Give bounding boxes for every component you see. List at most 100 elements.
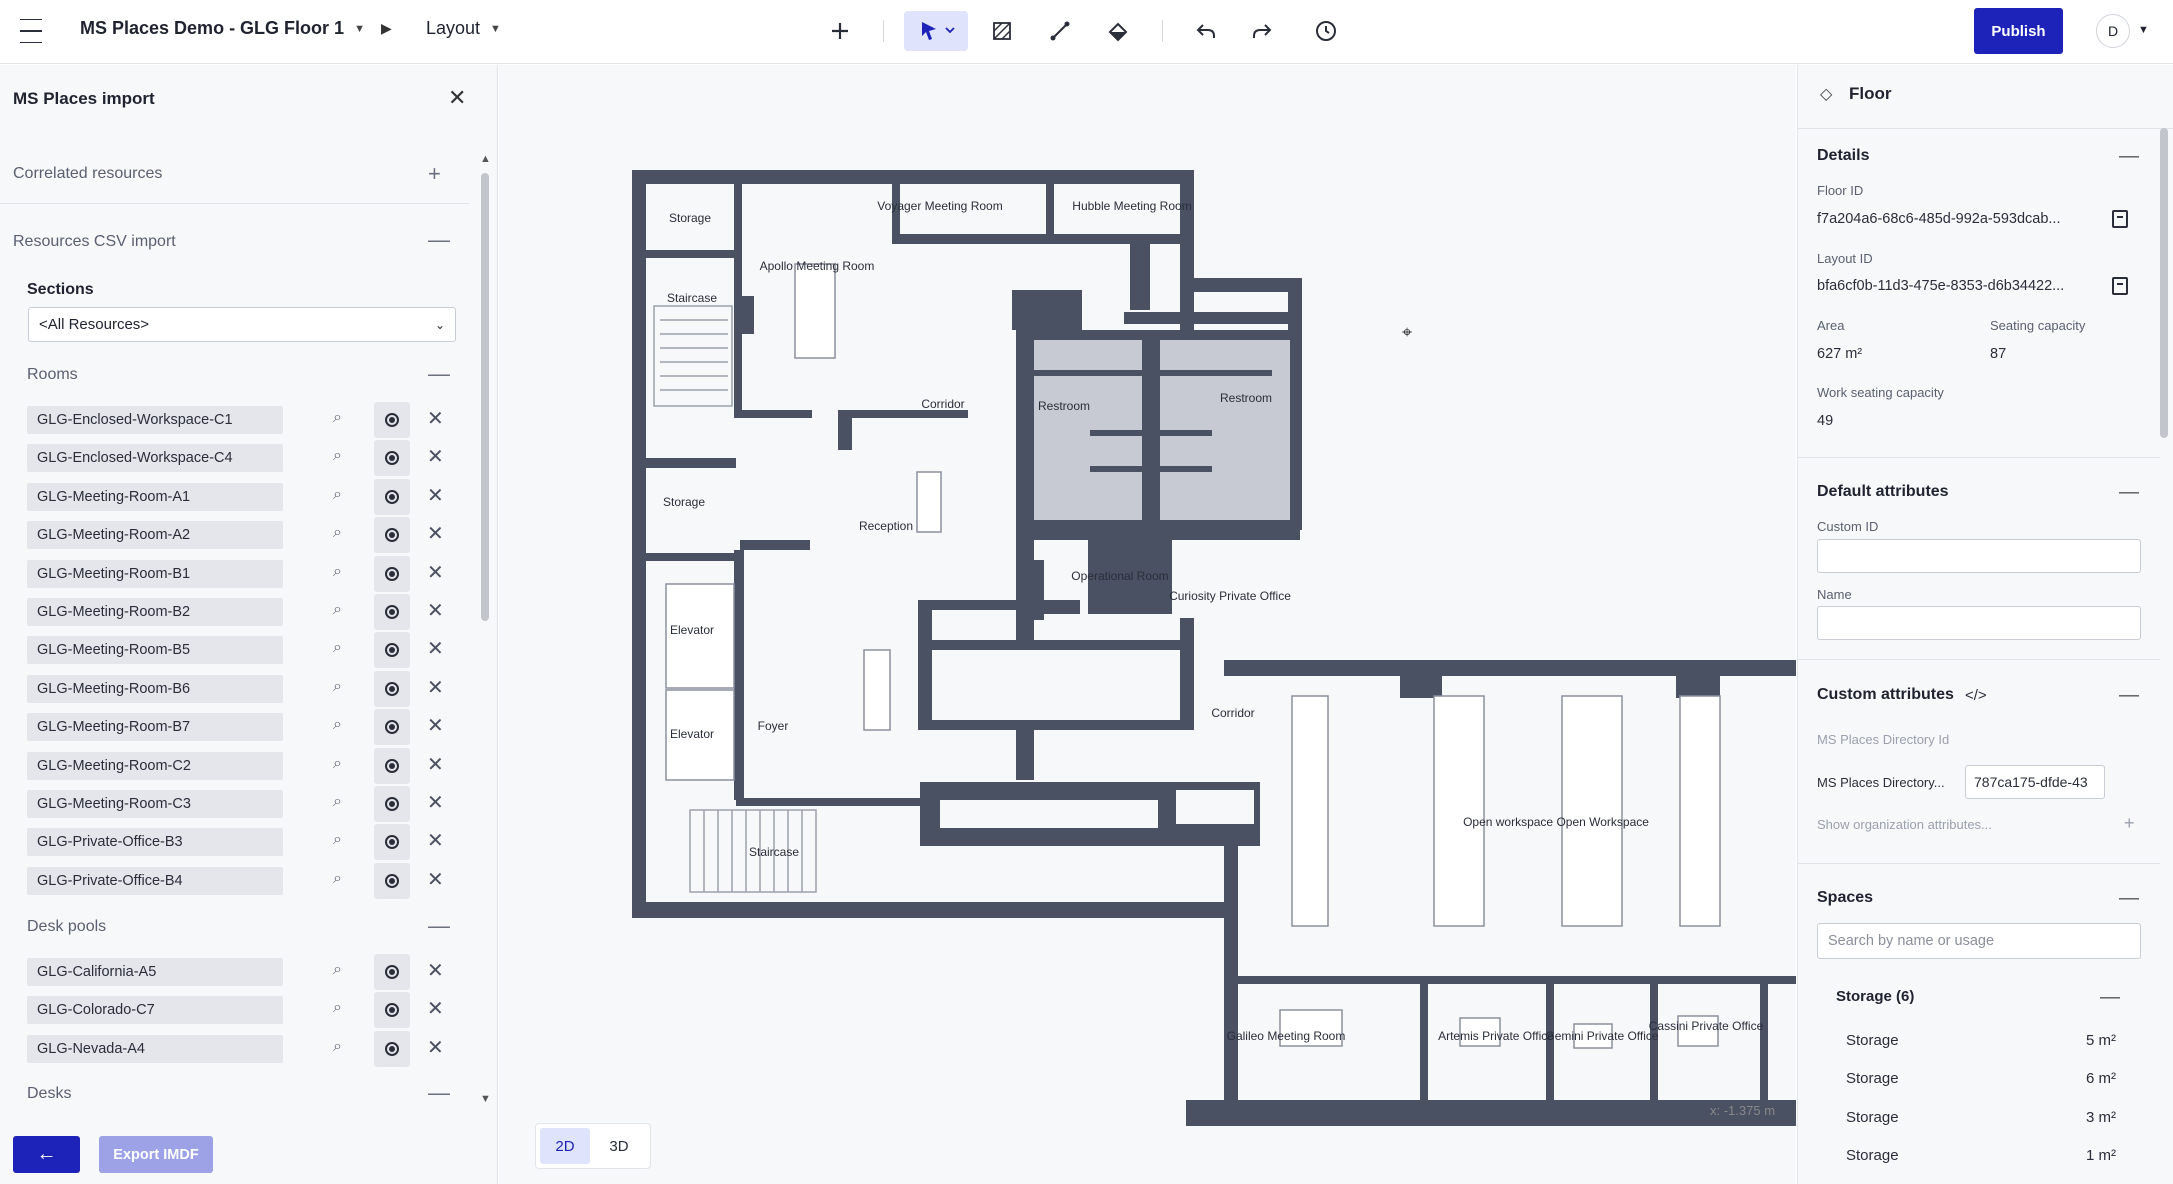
remove-icon[interactable]: ✕ xyxy=(427,444,444,469)
scroll-up-arrow-icon[interactable]: ▲ xyxy=(480,153,491,165)
scrollbar-thumb[interactable] xyxy=(2160,128,2168,438)
search-icon[interactable]: ⌕ xyxy=(333,793,342,811)
search-icon[interactable]: ⌕ xyxy=(333,639,342,657)
remove-icon[interactable]: ✕ xyxy=(427,713,444,738)
collapse-icon[interactable]: — xyxy=(2100,986,2120,1009)
view-dropdown[interactable]: Layout ▼ xyxy=(426,18,501,39)
locate-button[interactable] xyxy=(374,786,410,822)
search-icon[interactable]: ⌕ xyxy=(333,755,342,773)
space-row[interactable]: Storage 1 m² xyxy=(1846,1147,2116,1164)
view-2d-button[interactable]: 2D xyxy=(540,1128,590,1164)
resource-name[interactable]: GLG-Private-Office-B4 xyxy=(27,866,283,895)
details-header[interactable]: Details xyxy=(1817,147,1869,165)
fill-tool-button[interactable] xyxy=(1098,11,1138,51)
collapse-icon[interactable]: — xyxy=(428,361,450,387)
remove-icon[interactable]: ✕ xyxy=(427,828,444,853)
menu-icon[interactable] xyxy=(14,14,48,48)
custom-attributes-header[interactable]: Custom attributes xyxy=(1817,686,1954,704)
remove-icon[interactable]: ✕ xyxy=(427,636,444,661)
space-row[interactable]: Storage 6 m² xyxy=(1846,1070,2116,1087)
remove-icon[interactable]: ✕ xyxy=(427,560,444,585)
search-icon[interactable]: ⌕ xyxy=(333,486,342,504)
locate-button[interactable] xyxy=(374,517,410,554)
search-icon[interactable]: ⌕ xyxy=(333,716,342,734)
locate-button[interactable] xyxy=(374,478,410,515)
correlated-resources-header[interactable]: Correlated resources xyxy=(13,165,162,183)
resource-name[interactable]: GLG-California-A5 xyxy=(27,958,283,986)
resource-name[interactable]: GLG-Enclosed-Workspace-C1 xyxy=(27,406,283,434)
spaces-header[interactable]: Spaces xyxy=(1817,889,1873,907)
spaces-search-input[interactable]: Search by name or usage xyxy=(1817,923,2141,959)
remove-icon[interactable]: ✕ xyxy=(427,406,444,431)
sections-select[interactable]: <All Resources> ⌄ xyxy=(28,307,456,342)
collapse-icon[interactable]: — xyxy=(2119,684,2139,707)
resource-name[interactable]: GLG-Meeting-Room-A1 xyxy=(27,482,283,511)
clipboard-icon[interactable] xyxy=(2112,210,2128,228)
collapse-icon[interactable]: — xyxy=(2119,887,2139,910)
search-icon[interactable]: ⌕ xyxy=(333,601,342,619)
publish-button[interactable]: Publish xyxy=(1974,8,2063,54)
export-imdf-button[interactable]: Export IMDF xyxy=(99,1136,213,1173)
code-icon[interactable]: </> xyxy=(1965,687,1987,704)
locate-button[interactable] xyxy=(374,747,410,784)
remove-icon[interactable]: ✕ xyxy=(427,752,444,777)
avatar[interactable]: D xyxy=(2096,14,2130,48)
locate-button[interactable] xyxy=(374,670,410,707)
remove-icon[interactable]: ✕ xyxy=(427,790,444,815)
resource-name[interactable]: GLG-Meeting-Room-C2 xyxy=(27,751,283,780)
search-icon[interactable]: ⌕ xyxy=(333,999,342,1017)
redo-button[interactable] xyxy=(1242,11,1282,51)
add-icon[interactable]: + xyxy=(2124,813,2135,834)
locate-button[interactable] xyxy=(374,954,410,990)
remove-icon[interactable]: ✕ xyxy=(427,483,444,508)
ms-directory-input[interactable]: 787ca175-dfde-43 xyxy=(1965,765,2105,799)
project-title-dropdown[interactable]: MS Places Demo - GLG Floor 1 ▼ xyxy=(80,18,365,39)
scrollbar-thumb[interactable] xyxy=(481,173,489,621)
collapse-icon[interactable]: — xyxy=(2119,481,2139,504)
resource-name[interactable]: GLG-Nevada-A4 xyxy=(27,1034,283,1063)
select-tool-button[interactable] xyxy=(904,11,968,51)
search-icon[interactable]: ⌕ xyxy=(333,870,342,888)
space-row[interactable]: Storage 3 m² xyxy=(1846,1109,2116,1126)
locate-button[interactable] xyxy=(374,862,410,899)
remove-icon[interactable]: ✕ xyxy=(427,1035,444,1060)
resource-name[interactable]: GLG-Meeting-Room-B7 xyxy=(27,713,283,742)
view-3d-button[interactable]: 3D xyxy=(594,1128,644,1164)
resource-name[interactable]: GLG-Meeting-Room-B6 xyxy=(27,674,283,703)
resource-name[interactable]: GLG-Enclosed-Workspace-C4 xyxy=(27,444,283,473)
collapse-icon[interactable]: — xyxy=(428,227,450,253)
locate-button[interactable] xyxy=(374,824,410,861)
locate-button[interactable] xyxy=(374,594,410,630)
collapse-icon[interactable]: — xyxy=(428,913,450,939)
resource-name[interactable]: GLG-Meeting-Room-B5 xyxy=(27,636,283,665)
scroll-down-arrow-icon[interactable]: ▼ xyxy=(480,1093,491,1105)
floor-plan[interactable]: Storage Staircase Apollo Meeting Room Vo… xyxy=(499,65,1796,1184)
search-icon[interactable]: ⌕ xyxy=(333,1038,342,1056)
custom-id-input[interactable] xyxy=(1817,539,2141,573)
search-icon[interactable]: ⌕ xyxy=(333,961,342,979)
locate-button[interactable] xyxy=(374,992,410,1029)
chevron-down-icon[interactable]: ▼ xyxy=(2138,24,2149,36)
remove-icon[interactable]: ✕ xyxy=(427,598,444,623)
floor-plan-canvas[interactable]: Storage Staircase Apollo Meeting Room Vo… xyxy=(499,65,1796,1184)
add-icon[interactable]: + xyxy=(428,161,441,187)
remove-icon[interactable]: ✕ xyxy=(427,996,444,1021)
csv-import-header[interactable]: Resources CSV import xyxy=(13,233,176,251)
space-row[interactable]: Storage 5 m² xyxy=(1846,1032,2116,1049)
collapse-icon[interactable]: — xyxy=(428,1080,450,1106)
line-tool-button[interactable] xyxy=(1040,11,1080,51)
remove-icon[interactable]: ✕ xyxy=(427,867,444,892)
history-button[interactable] xyxy=(1306,11,1346,51)
search-icon[interactable]: ⌕ xyxy=(333,409,342,427)
resource-name[interactable]: GLG-Meeting-Room-A2 xyxy=(27,521,283,550)
name-input[interactable] xyxy=(1817,606,2141,640)
collapse-icon[interactable]: — xyxy=(2119,145,2139,168)
remove-icon[interactable]: ✕ xyxy=(427,958,444,983)
search-icon[interactable]: ⌕ xyxy=(333,831,342,849)
resource-name[interactable]: GLG-Colorado-C7 xyxy=(27,996,283,1025)
search-icon[interactable]: ⌕ xyxy=(333,524,342,542)
remove-icon[interactable]: ✕ xyxy=(427,521,444,546)
locate-button[interactable] xyxy=(374,1030,410,1067)
locate-button[interactable] xyxy=(374,402,410,438)
area-tool-button[interactable] xyxy=(982,11,1022,51)
